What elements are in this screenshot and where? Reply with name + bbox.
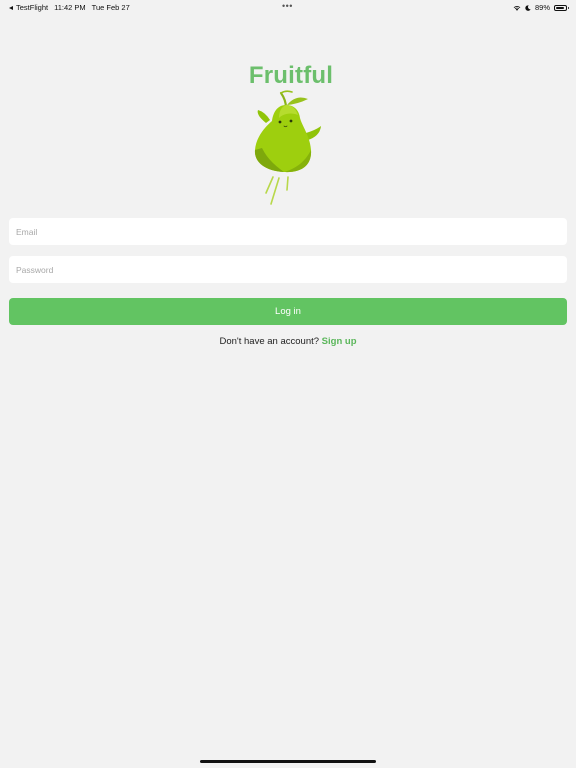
home-indicator[interactable]	[200, 760, 376, 763]
battery-percent: 89%	[534, 3, 550, 12]
status-date: Tue Feb 27	[91, 3, 130, 12]
signup-row: Don't have an account? Sign up	[0, 336, 576, 347]
login-button[interactable]: Log in	[9, 298, 567, 325]
back-to-app-label[interactable]: TestFlight	[16, 3, 48, 12]
battery-icon	[554, 4, 569, 11]
status-bar-left: TestFlight 11:42 PM Tue Feb 27	[9, 3, 130, 12]
pear-mascot-icon	[254, 90, 321, 205]
login-screen: TestFlight 11:42 PM Tue Feb 27 ••• 89% F…	[0, 0, 576, 768]
email-field[interactable]	[9, 218, 567, 245]
signup-prompt: Don't have an account?	[219, 336, 322, 347]
password-field[interactable]	[9, 256, 567, 283]
battery-level	[556, 6, 564, 9]
signup-link[interactable]: Sign up	[322, 336, 357, 347]
status-time: 11:42 PM	[54, 3, 86, 12]
status-bar-right: 89%	[513, 3, 569, 12]
status-bar: TestFlight 11:42 PM Tue Feb 27 ••• 89%	[0, 0, 576, 14]
moon-icon	[525, 4, 531, 11]
app-title: Fruitful	[248, 62, 334, 89]
back-arrow-icon[interactable]	[9, 5, 13, 10]
multitask-dots[interactable]: •••	[282, 1, 293, 11]
wifi-icon	[513, 5, 521, 11]
